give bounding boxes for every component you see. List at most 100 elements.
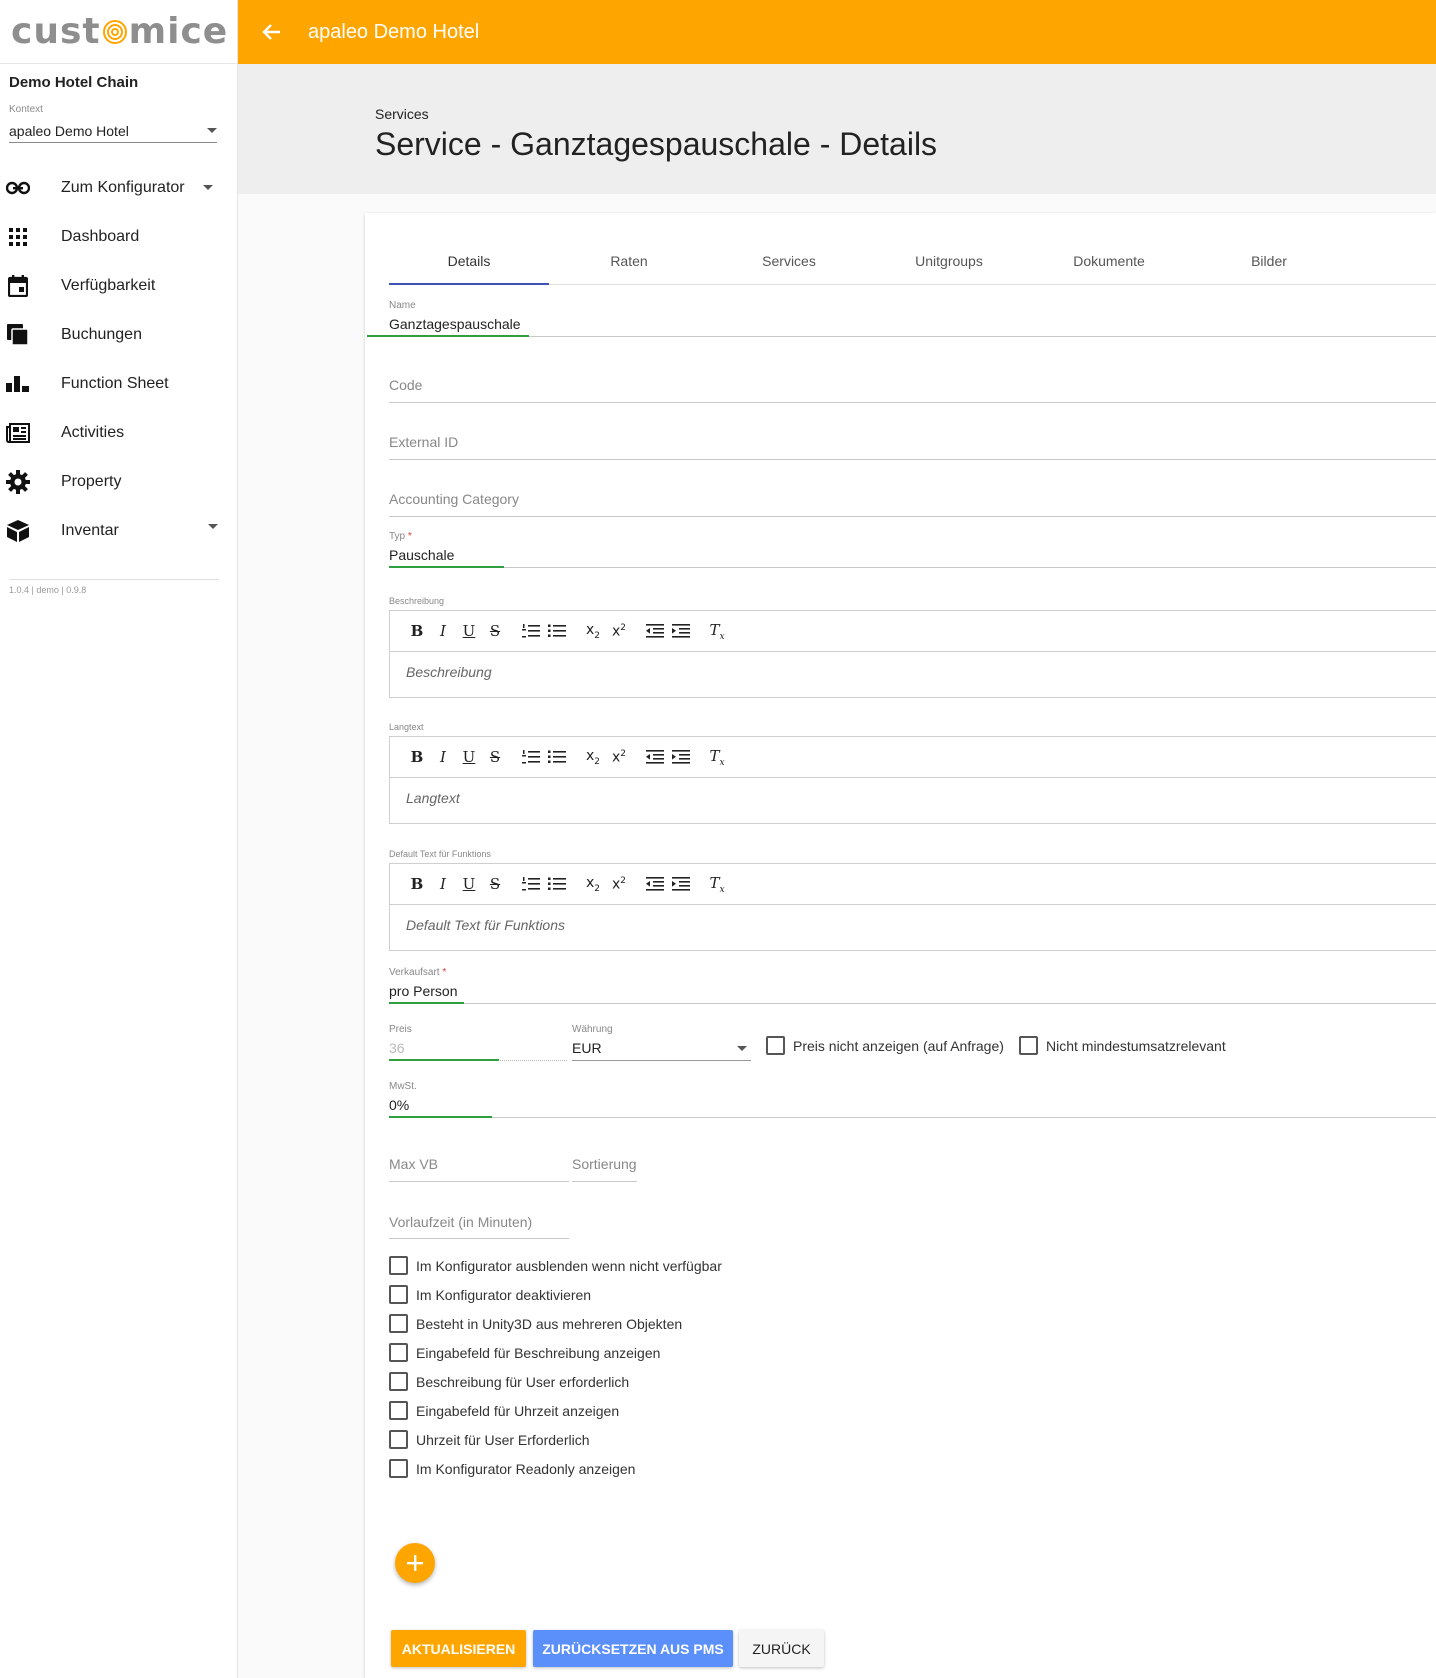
checkbox-uhrzeit-erforderlich[interactable]: Uhrzeit für User Erforderlich xyxy=(389,1430,590,1449)
back-button[interactable]: ZURÜCK xyxy=(739,1630,824,1667)
clear-format-icon[interactable]: Tx xyxy=(704,747,730,768)
subscript-icon[interactable]: x2 xyxy=(580,875,606,894)
sidebar-item-inventar[interactable]: Inventar xyxy=(0,506,237,555)
outdent-icon[interactable] xyxy=(642,624,668,638)
context-value: apaleo Demo Hotel xyxy=(9,122,129,139)
sidebar-item-buchungen[interactable]: Buchungen xyxy=(0,310,237,359)
checkbox-box[interactable] xyxy=(389,1430,408,1449)
checkbox-uhrzeit-anzeigen[interactable]: Eingabefeld für Uhrzeit anzeigen xyxy=(389,1401,619,1420)
italic-button[interactable]: I xyxy=(430,622,456,640)
code-field[interactable]: Code xyxy=(389,377,1436,413)
strike-button[interactable]: S xyxy=(482,748,508,766)
checkbox-deaktivieren[interactable]: Im Konfigurator deaktivieren xyxy=(389,1285,591,1304)
clear-format-icon[interactable]: Tx xyxy=(704,621,730,642)
italic-button[interactable]: I xyxy=(430,748,456,766)
checkbox-box[interactable] xyxy=(1019,1036,1038,1055)
checkbox-beschreibung-erforderlich[interactable]: Beschreibung für User erforderlich xyxy=(389,1372,629,1391)
update-button[interactable]: AKTUALISIEREN xyxy=(391,1630,526,1667)
ordered-list-icon[interactable] xyxy=(518,877,544,891)
tab-unitgroups[interactable]: Unitgroups xyxy=(869,239,1029,284)
preis-nicht-anzeigen-checkbox[interactable]: Preis nicht anzeigen (auf Anfrage) xyxy=(766,1036,1004,1055)
field-underline xyxy=(389,1181,569,1182)
checkbox-beschreibung-anzeigen[interactable]: Eingabefeld für Beschreibung anzeigen xyxy=(389,1343,660,1362)
checkbox-unity3d[interactable]: Besteht in Unity3D aus mehreren Objekten xyxy=(389,1314,682,1333)
sidebar-item-function-sheet[interactable]: Function Sheet xyxy=(0,359,237,408)
verkaufsart-value: pro Person xyxy=(389,983,458,999)
ordered-list-icon[interactable] xyxy=(518,624,544,638)
max-vb-field[interactable]: Max VB xyxy=(389,1156,569,1192)
superscript-icon[interactable]: x2 xyxy=(606,623,632,640)
underline-button[interactable]: U xyxy=(456,748,482,766)
add-button[interactable] xyxy=(395,1543,435,1583)
mwst-field[interactable]: MwSt. 0% xyxy=(389,1081,1436,1118)
logo[interactable]: cust mice xyxy=(0,0,237,64)
langtext-label: Langtext xyxy=(389,722,424,732)
tab-services[interactable]: Services xyxy=(709,239,869,284)
checkbox-ausblenden[interactable]: Im Konfigurator ausblenden wenn nicht ve… xyxy=(389,1256,722,1275)
outdent-icon[interactable] xyxy=(642,877,668,891)
checkbox-box[interactable] xyxy=(389,1285,408,1304)
external-id-field[interactable]: External ID xyxy=(389,434,1436,470)
beschreibung-placeholder[interactable]: Beschreibung xyxy=(390,652,1436,680)
superscript-icon[interactable]: x2 xyxy=(606,876,632,893)
superscript-icon[interactable]: x2 xyxy=(606,749,632,766)
underline-button[interactable]: U xyxy=(456,622,482,640)
preis-field[interactable]: Preis 36 xyxy=(389,1024,567,1061)
sidebar-item-verfuegbarkeit[interactable]: Verfügbarkeit xyxy=(0,261,237,310)
page-header: Services Service - Ganztagespauschale - … xyxy=(238,64,1436,194)
checkbox-box[interactable] xyxy=(389,1314,408,1333)
default-text-placeholder[interactable]: Default Text für Funktions xyxy=(390,905,1436,933)
strike-button[interactable]: S xyxy=(482,622,508,640)
checkbox-box[interactable] xyxy=(389,1343,408,1362)
bullet-list-icon[interactable] xyxy=(544,877,570,891)
breadcrumb[interactable]: Services xyxy=(375,106,429,122)
bold-button[interactable]: B xyxy=(404,748,430,766)
indent-icon[interactable] xyxy=(668,750,694,764)
subscript-icon[interactable]: x2 xyxy=(580,622,606,641)
indent-icon[interactable] xyxy=(668,624,694,638)
waehrung-select[interactable]: Währung EUR xyxy=(572,1024,751,1061)
checkbox-box[interactable] xyxy=(389,1256,408,1275)
field-underline xyxy=(389,567,1436,568)
typ-field[interactable]: Typ * Pauschale xyxy=(389,531,1436,568)
bullet-list-icon[interactable] xyxy=(544,624,570,638)
checkbox-readonly[interactable]: Im Konfigurator Readonly anzeigen xyxy=(389,1459,635,1478)
sidebar-item-activities[interactable]: Activities xyxy=(0,408,237,457)
outdent-icon[interactable] xyxy=(642,750,668,764)
bullet-list-icon[interactable] xyxy=(544,750,570,764)
checkbox-box[interactable] xyxy=(389,1459,408,1478)
subscript-icon[interactable]: x2 xyxy=(580,748,606,767)
checkbox-box[interactable] xyxy=(389,1372,408,1391)
arrow-back-icon[interactable] xyxy=(260,21,282,43)
tab-details[interactable]: Details xyxy=(389,239,549,285)
clear-format-icon[interactable]: Tx xyxy=(704,874,730,895)
strike-button[interactable]: S xyxy=(482,875,508,893)
tab-bar: Details Raten Services Unitgroups Dokume… xyxy=(389,239,1436,285)
italic-button[interactable]: I xyxy=(430,875,456,893)
name-label: Name xyxy=(389,300,416,311)
mwst-value: 0% xyxy=(389,1097,410,1113)
sidebar-item-konfigurator[interactable]: Zum Konfigurator xyxy=(0,163,237,212)
reset-from-pms-button[interactable]: ZURÜCKSETZEN AUS PMS xyxy=(533,1630,733,1667)
checkbox-box[interactable] xyxy=(389,1401,408,1420)
underline-button[interactable]: U xyxy=(456,875,482,893)
name-field[interactable]: Name Ganztagespauschale xyxy=(367,300,1436,337)
ordered-list-icon[interactable] xyxy=(518,750,544,764)
langtext-placeholder[interactable]: Langtext xyxy=(390,778,1436,806)
nicht-mindestumsatz-checkbox[interactable]: Nicht mindestumsatzrelevant xyxy=(1019,1036,1226,1055)
vorlaufzeit-field[interactable]: Vorlaufzeit (in Minuten) xyxy=(389,1214,569,1250)
tab-dokumente[interactable]: Dokumente xyxy=(1029,239,1189,284)
bold-button[interactable]: B xyxy=(404,622,430,640)
sortierung-field[interactable]: Sortierung xyxy=(572,1156,637,1192)
cube-icon xyxy=(5,518,31,544)
accounting-category-field[interactable]: Accounting Category xyxy=(389,491,1436,527)
verkaufsart-field[interactable]: Verkaufsart * pro Person xyxy=(389,967,1436,1004)
tab-raten[interactable]: Raten xyxy=(549,239,709,284)
sidebar-item-dashboard[interactable]: Dashboard xyxy=(0,212,237,261)
context-select[interactable]: apaleo Demo Hotel xyxy=(9,119,217,143)
bold-button[interactable]: B xyxy=(404,875,430,893)
tab-bilder[interactable]: Bilder xyxy=(1189,239,1349,284)
indent-icon[interactable] xyxy=(668,877,694,891)
sidebar-item-property[interactable]: Property xyxy=(0,457,237,506)
checkbox-box[interactable] xyxy=(766,1036,785,1055)
